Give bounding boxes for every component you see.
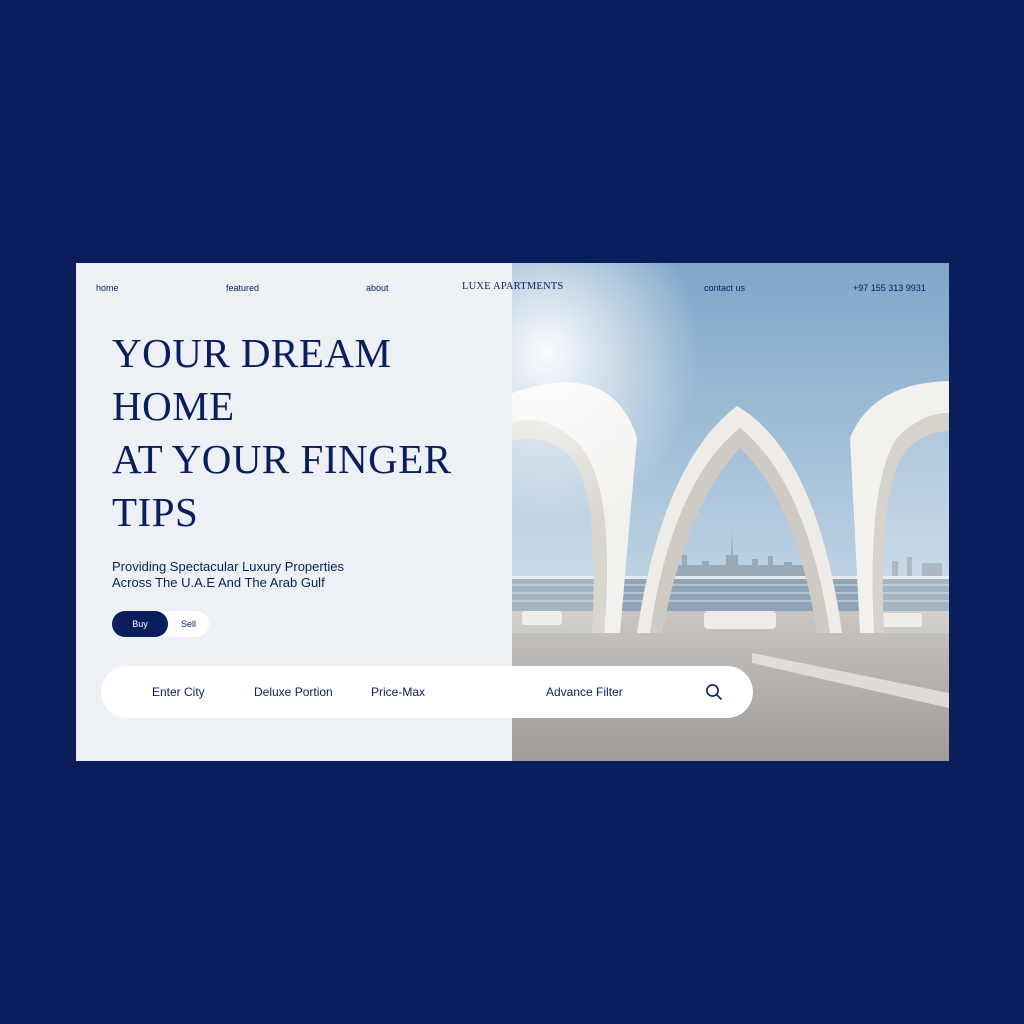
hero-title-line: TIPS — [112, 489, 199, 535]
nav-contact[interactable]: contact us — [704, 283, 745, 293]
hero-title: YOUR DREAM HOME AT YOUR FINGER TIPS — [112, 327, 452, 539]
advance-filter-button[interactable]: Advance Filter — [546, 666, 623, 718]
hero-card: home featured about LUXE APARTMENTS cont… — [76, 263, 949, 761]
search-bar: Enter City Deluxe Portion Price-Max Adva… — [101, 666, 753, 718]
hero-subtitle-line: Providing Spectacular Luxury Properties — [112, 559, 344, 574]
hero-subtitle: Providing Spectacular Luxury Properties … — [112, 559, 344, 591]
brand-logo[interactable]: LUXE APARTMENTS — [462, 281, 563, 292]
hero-subtitle-line: Across The U.A.E And The Arab Gulf — [112, 575, 325, 590]
nav-home[interactable]: home — [96, 283, 119, 293]
search-icon — [706, 684, 722, 700]
portion-field[interactable]: Deluxe Portion — [254, 666, 333, 718]
nav-featured[interactable]: featured — [226, 283, 259, 293]
buy-sell-toggle: Buy Sell — [112, 611, 209, 637]
search-button[interactable] — [705, 683, 723, 701]
price-max-field[interactable]: Price-Max — [371, 666, 425, 718]
sell-button[interactable]: Sell — [168, 611, 209, 637]
hero-title-line: AT YOUR FINGER — [112, 436, 452, 482]
hero-title-line: YOUR DREAM — [112, 330, 392, 376]
hero-title-line: HOME — [112, 383, 235, 429]
buy-button[interactable]: Buy — [112, 611, 168, 637]
city-field[interactable]: Enter City — [152, 666, 205, 718]
nav-phone[interactable]: +97 155 313 9931 — [853, 283, 926, 293]
nav-about[interactable]: about — [366, 283, 389, 293]
